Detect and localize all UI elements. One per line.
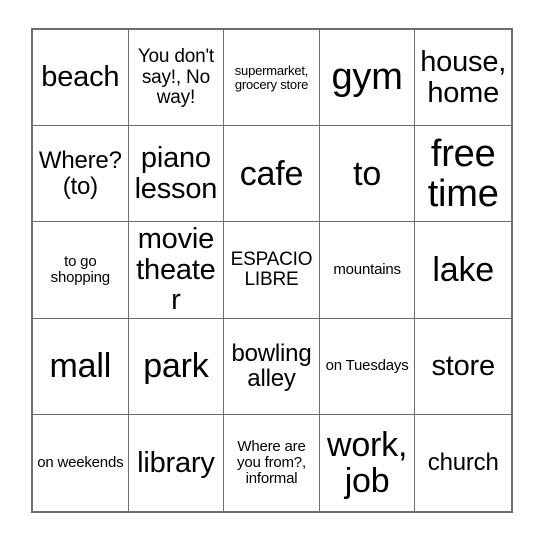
- bingo-cell-r3c3[interactable]: ESPACIO LIBRE: [224, 222, 320, 319]
- bingo-cell-r1c2[interactable]: You don't say!, No way!: [128, 30, 225, 127]
- bingo-cell-r5c4[interactable]: work, job: [319, 414, 416, 511]
- bingo-cell-label: You don't say!, No way!: [137, 46, 214, 108]
- bingo-cell-r1c1[interactable]: beach: [33, 30, 129, 127]
- bingo-cell-r5c1[interactable]: on weekends: [33, 414, 129, 511]
- bingo-cell-label: lake: [432, 250, 494, 289]
- bingo-cell-r2c4[interactable]: to: [319, 126, 416, 223]
- bingo-cell-label: supermarket, grocery store: [234, 62, 309, 92]
- bingo-cell-label: ESPACIO LIBRE: [230, 248, 313, 290]
- bingo-cell-r4c1[interactable]: mall: [33, 318, 129, 415]
- bingo-cell-label: piano lesson: [134, 142, 218, 205]
- bingo-cell-r1c4[interactable]: gym: [319, 30, 416, 127]
- bingo-cell-label: church: [427, 449, 499, 477]
- bingo-cell-r3c2[interactable]: movie theater: [128, 222, 225, 319]
- bingo-cell-label: on Tuesdays: [325, 357, 409, 375]
- bingo-cell-label: work, job: [326, 425, 408, 500]
- bingo-cell-r5c2[interactable]: library: [128, 414, 225, 511]
- bingo-cell-r3c4[interactable]: mountains: [319, 222, 416, 319]
- bingo-cell-label: movie theater: [136, 222, 216, 317]
- bingo-cell-label: house, home: [420, 45, 507, 109]
- bingo-cell-r3c1[interactable]: to go shopping: [33, 222, 129, 319]
- bingo-cell-label: mountains: [333, 261, 401, 279]
- bingo-cell-r3c5[interactable]: lake: [415, 222, 511, 319]
- bingo-cell-r4c3[interactable]: bowling alley: [224, 318, 320, 415]
- bingo-cell-r4c4[interactable]: on Tuesdays: [319, 318, 416, 415]
- bingo-cell-r5c3[interactable]: Where are you from?, informal: [224, 414, 320, 511]
- bingo-cell-r2c5[interactable]: free time: [415, 126, 511, 223]
- bingo-cell-r2c1[interactable]: Where? (to): [33, 126, 129, 223]
- bingo-cell-label: to: [353, 154, 382, 193]
- bingo-cell-r2c2[interactable]: piano lesson: [128, 126, 225, 223]
- bingo-cell-r5c5[interactable]: church: [415, 414, 511, 511]
- bingo-cell-r2c3[interactable]: cafe: [224, 126, 320, 223]
- bingo-cell-label: gym: [331, 56, 403, 99]
- bingo-cell-label: beach: [41, 61, 120, 94]
- bingo-cell-label: free time: [427, 132, 499, 215]
- bingo-cell-r4c5[interactable]: store: [415, 318, 511, 415]
- bingo-cell-label: to go shopping: [50, 253, 110, 286]
- bingo-card: beach You don't say!, No way! supermarket,…: [31, 28, 513, 513]
- bingo-cell-r1c5[interactable]: house, home: [415, 30, 511, 127]
- bingo-cell-r4c2[interactable]: park: [128, 318, 225, 415]
- bingo-cell-label: mall: [49, 347, 112, 386]
- bingo-cell-label: store: [431, 349, 495, 382]
- bingo-cell-r1c3[interactable]: supermarket, grocery store: [224, 30, 320, 127]
- bingo-cell-label: bowling alley: [231, 339, 312, 393]
- bingo-cell-label: library: [137, 446, 215, 479]
- bingo-cell-label: Where? (to): [38, 147, 122, 200]
- bingo-cell-label: park: [143, 347, 209, 386]
- bingo-cell-label: Where are you from?, informal: [237, 438, 306, 487]
- bingo-cell-label: cafe: [239, 154, 304, 193]
- bingo-cell-label: on weekends: [37, 453, 124, 471]
